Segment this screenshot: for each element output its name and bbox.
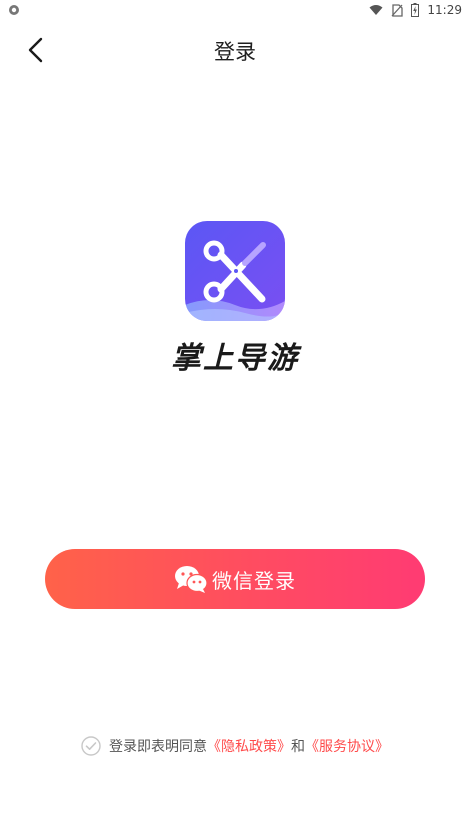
service-agreement-link[interactable]: 《服务协议》 bbox=[305, 736, 389, 756]
wifi-icon bbox=[369, 5, 383, 15]
wechat-login-label: 微信登录 bbox=[212, 568, 296, 593]
app-logo bbox=[185, 221, 285, 321]
app-name: 掌上导游 bbox=[171, 341, 299, 376]
battery-charging-icon bbox=[411, 3, 420, 17]
status-time: 11:29 bbox=[427, 3, 462, 17]
no-sim-icon bbox=[391, 3, 404, 17]
nav-bar: 登录 bbox=[0, 28, 470, 72]
status-bar: 11:29 bbox=[0, 0, 470, 20]
page-title: 登录 bbox=[214, 40, 256, 64]
agreement-text: 登录即表明同意 bbox=[109, 739, 207, 755]
notification-icon bbox=[9, 5, 19, 15]
wechat-login-button[interactable]: 微信登录 bbox=[45, 549, 425, 609]
agreement-row: 登录即表明同意 《隐私政策》 和 《服务协议》 bbox=[0, 734, 470, 758]
scissors-icon bbox=[185, 221, 285, 321]
agreement-conjunction: 和 bbox=[291, 739, 305, 755]
status-bar-right: 11:29 bbox=[369, 2, 462, 18]
privacy-policy-link[interactable]: 《隐私政策》 bbox=[207, 736, 291, 756]
wechat-icon bbox=[174, 565, 208, 593]
agreement-checkbox[interactable] bbox=[81, 736, 101, 756]
